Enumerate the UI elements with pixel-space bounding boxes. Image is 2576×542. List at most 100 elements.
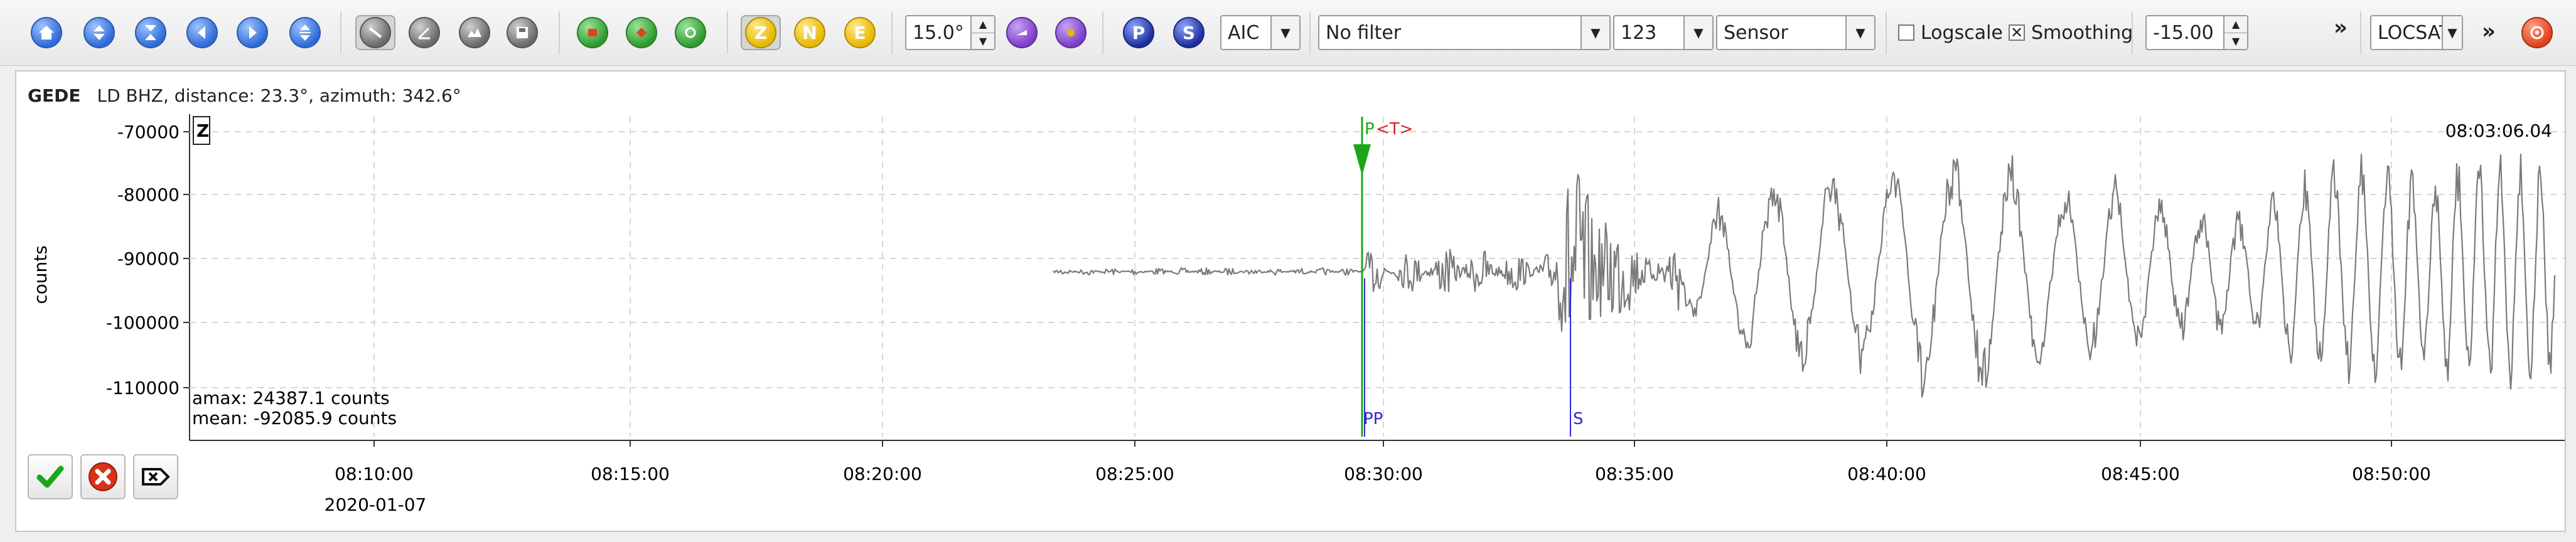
zoom-out-button[interactable] (131, 15, 171, 50)
component-n-label: N (802, 22, 817, 43)
pick-phase-p-button[interactable]: P (1119, 15, 1159, 50)
save-trace-button[interactable] (502, 15, 542, 50)
measure-icon (360, 17, 391, 48)
reject-icon (89, 462, 117, 491)
rotate-icon (1006, 17, 1038, 48)
pick-s-icon (626, 17, 657, 48)
offset-value: -15.00 (2153, 21, 2214, 44)
toolbar-overflow-button-2[interactable]: » (2482, 19, 2496, 44)
trace-panel: GEDE LD BHZ, distance: 23.3°, azimuth: 34… (15, 70, 2566, 532)
seismogram-plot[interactable]: -70000 -80000 -90000 -100000 -110000 08:10:00… (16, 72, 2565, 531)
previous-button[interactable] (182, 15, 222, 50)
chevron-down-icon: ▼ (1845, 16, 1874, 49)
picker-window: Z N E 15.0° ▲ ▼ P S AIC ▼ No filter ▼ 12… (0, 0, 2576, 542)
logscale-checkbox[interactable]: Logscale (1898, 15, 2003, 50)
y-tick-label: -70000 (117, 122, 180, 142)
expand-vertical-button[interactable] (285, 15, 325, 50)
p-pick-label: P (1365, 120, 1375, 139)
theoretical-pick-label: <T> (1376, 120, 1413, 139)
logscale-label: Logscale (1921, 21, 2003, 44)
x-tick-label: 08:50:00 (2352, 464, 2431, 484)
next-button[interactable] (232, 15, 272, 50)
unit-value: Sensor (1724, 21, 1788, 44)
clear-icon (142, 468, 170, 486)
chevron-down-icon: ▼ (1580, 16, 1609, 49)
x-tick-label: 08:35:00 (1595, 464, 1674, 484)
s-pick-label: S (1573, 410, 1584, 428)
component-n-button[interactable]: N (790, 15, 830, 50)
locator-select[interactable]: LOCSAT ▼ (2370, 15, 2463, 50)
polarization-button[interactable] (1051, 15, 1091, 50)
component-e-icon: E (844, 17, 876, 48)
toolbar-overflow-button[interactable]: » (2334, 15, 2348, 40)
toolbar: Z N E 15.0° ▲ ▼ P S AIC ▼ No filter ▼ 12… (0, 0, 2576, 66)
zoom-in-button[interactable] (79, 15, 119, 50)
unit-select[interactable]: Sensor ▼ (1716, 15, 1876, 50)
rotation-angle-spinbox[interactable]: 15.0° ▲ ▼ (905, 15, 996, 50)
pick-s-button[interactable] (621, 15, 662, 50)
x-tick-label: 08:30:00 (1344, 464, 1423, 484)
auto-pick-icon (675, 17, 706, 48)
smoothing-box: ✕ (2009, 24, 2025, 41)
clear-button[interactable] (133, 454, 178, 499)
accept-button[interactable] (28, 454, 73, 499)
component-z-button[interactable]: Z (741, 15, 781, 50)
chevron-down-icon: ▼ (1270, 16, 1299, 49)
component-e-label: E (854, 22, 866, 43)
component-box-label: Z (196, 120, 209, 141)
smoothing-checkbox[interactable]: ✕ Smoothing (2009, 15, 2133, 50)
x-tick-label: 08:25:00 (1095, 464, 1174, 484)
overflow-label: » (2334, 15, 2348, 40)
chevron-down-icon: ▼ (2442, 16, 2462, 49)
smoothing-label: Smoothing (2031, 21, 2133, 44)
chevron-down-icon: ▼ (1683, 16, 1712, 49)
auto-pick-button[interactable] (670, 15, 711, 50)
filter-select[interactable]: No filter ▼ (1318, 15, 1611, 50)
reject-button[interactable] (80, 454, 126, 499)
measure-button[interactable] (355, 15, 395, 50)
phase-p-icon: P (1123, 17, 1154, 48)
zoom-out-icon (135, 17, 166, 48)
toolbar-separator (2360, 11, 2361, 54)
toolbar-separator (1886, 11, 1887, 54)
p-pick-arrow[interactable] (1353, 144, 1371, 176)
filter-value: No filter (1326, 21, 1402, 44)
toolbar-separator (727, 11, 728, 54)
spin-arrows[interactable]: ▲ ▼ (970, 16, 994, 49)
toolbar-separator (559, 11, 560, 54)
angle-button[interactable] (404, 15, 444, 50)
x-tick-label: 08:45:00 (2101, 464, 2180, 484)
y-tick-label: -100000 (106, 312, 180, 333)
pp-pick-label: PP (1363, 410, 1383, 428)
angle-icon (409, 17, 440, 48)
date-label: 2020-01-07 (325, 494, 427, 515)
polarization-icon (1055, 17, 1087, 48)
pick-phase-s-button[interactable]: S (1169, 15, 1209, 50)
x-tick-label: 08:20:00 (843, 464, 922, 484)
save-trace-icon (507, 17, 538, 48)
toolbar-separator (2132, 11, 2133, 54)
spectrogram-button[interactable] (454, 15, 495, 50)
amax-label: amax: 24387.1 counts (192, 388, 390, 408)
spin-arrows[interactable]: ▲ ▼ (2223, 16, 2247, 49)
zoom-in-icon (83, 17, 115, 48)
toolbar-separator (340, 11, 341, 54)
mean-label: mean: -92085.9 counts (192, 408, 397, 428)
expand-vertical-icon (289, 17, 321, 48)
pick-p-icon (577, 17, 608, 48)
target-icon (2521, 17, 2553, 48)
previous-icon (186, 17, 218, 48)
channel-select[interactable]: 123 ▼ (1613, 15, 1714, 50)
pick-p-button[interactable] (572, 15, 613, 50)
component-e-button[interactable]: E (840, 15, 880, 50)
offset-spinbox[interactable]: -15.00 ▲ ▼ (2145, 15, 2248, 50)
phase-s-icon: S (1173, 17, 1205, 48)
spectrogram-icon (459, 17, 490, 48)
picker-method-value: AIC (1228, 21, 1260, 44)
home-button[interactable] (26, 15, 67, 50)
toolbar-separator (891, 11, 893, 54)
locate-button[interactable] (2517, 15, 2557, 50)
y-tick-label: -80000 (117, 184, 180, 205)
picker-method-select[interactable]: AIC ▼ (1220, 15, 1301, 50)
rotate-button[interactable] (1002, 15, 1042, 50)
